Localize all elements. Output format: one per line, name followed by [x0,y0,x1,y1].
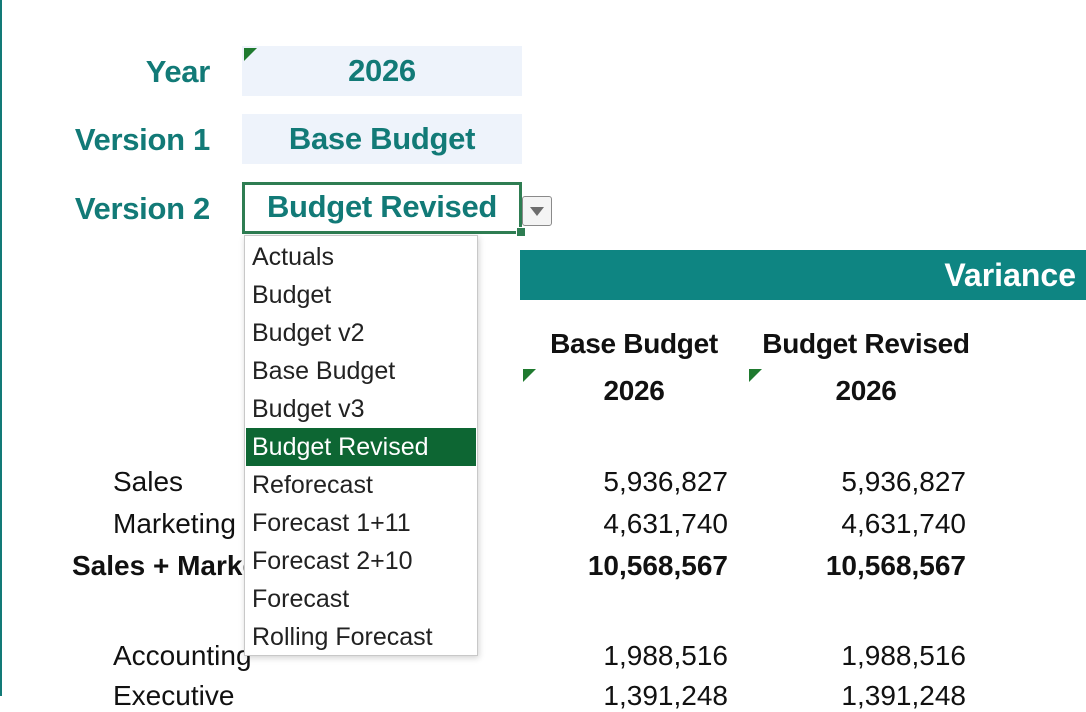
dropdown-option-reforecast[interactable]: Reforecast [246,466,476,504]
year-label: Year [145,54,211,89]
dropdown-option-budget[interactable]: Budget [246,276,476,314]
cell-value[interactable]: 5,936,827 [528,466,728,498]
dropdown-option-base-budget[interactable]: Base Budget [246,352,476,390]
cell-value[interactable]: 4,631,740 [528,508,728,540]
dropdown-toggle-button[interactable] [522,196,552,226]
version1-cell[interactable]: Base Budget [242,114,522,164]
cell-value[interactable]: 1,391,248 [766,680,966,712]
version-dropdown-list[interactable]: Actuals Budget Budget v2 Base Budget Bud… [244,235,478,656]
dropdown-option-actuals[interactable]: Actuals [246,238,476,276]
dropdown-option-budget-revised[interactable]: Budget Revised [246,428,476,466]
cell-value[interactable]: 4,631,740 [766,508,966,540]
cell-value[interactable]: 1,988,516 [766,640,966,672]
dropdown-option-budget-v2[interactable]: Budget v2 [246,314,476,352]
chevron-down-icon [530,207,544,216]
variance-header: Variance [520,250,1086,300]
dropdown-option-rolling-forecast[interactable]: Rolling Forecast [246,618,476,656]
error-indicator-icon [523,369,536,382]
dropdown-option-forecast[interactable]: Forecast [246,580,476,618]
dropdown-option-forecast-2-10[interactable]: Forecast 2+10 [246,542,476,580]
cell-value[interactable]: 5,936,827 [766,466,966,498]
error-indicator-icon [749,369,762,382]
row-label-executive: Executive [113,680,235,711]
version2-label: Version 2 [74,191,210,226]
row-label-marketing: Marketing [113,508,236,539]
fill-handle[interactable] [516,227,526,237]
version2-cell[interactable]: Budget Revised [242,182,522,234]
column-header-year: 2026 [603,375,665,406]
dropdown-option-budget-v3[interactable]: Budget v3 [246,390,476,428]
sheet-left-border [0,0,2,696]
column-header-version: Budget Revised [762,328,970,359]
version1-label: Version 1 [74,122,210,157]
row-label-sales: Sales [113,466,184,497]
cell-value[interactable]: 1,391,248 [528,680,728,712]
error-indicator-icon [244,48,257,61]
row-label-accounting: Accounting [113,640,252,671]
cell-value[interactable]: 10,568,567 [528,550,728,582]
column-header-version: Base Budget [550,328,718,359]
cell-value[interactable]: 10,568,567 [766,550,966,582]
column-header-year: 2026 [835,375,897,406]
dropdown-option-forecast-1-11[interactable]: Forecast 1+11 [246,504,476,542]
cell-value[interactable]: 1,988,516 [528,640,728,672]
year-cell[interactable]: 2026 [242,46,522,96]
